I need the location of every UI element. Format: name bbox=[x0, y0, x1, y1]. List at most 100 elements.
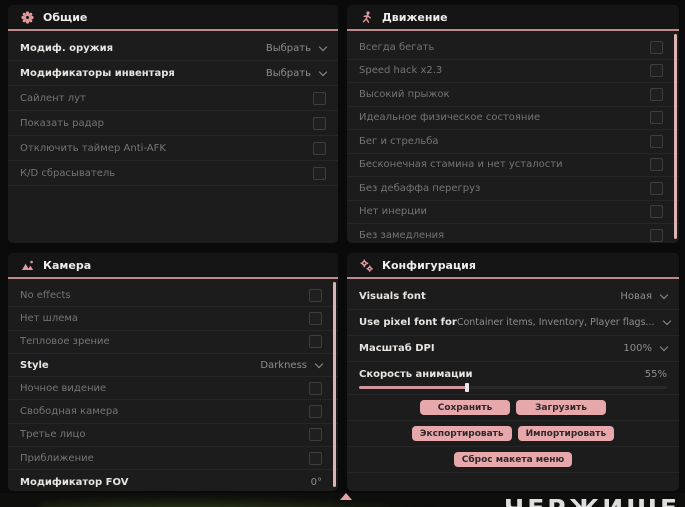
setting-row: Сайлент лут bbox=[8, 86, 338, 111]
panel-title: Конфигурация bbox=[382, 258, 476, 272]
setting-label: Третье лицо bbox=[20, 429, 86, 441]
setting-label: Сайлент лут bbox=[20, 92, 86, 104]
checkbox[interactable] bbox=[313, 116, 326, 130]
setting-label: Без дебаффа перегруз bbox=[359, 182, 481, 194]
setting-label: Style bbox=[20, 359, 49, 371]
import-button[interactable]: Импортировать bbox=[517, 426, 615, 441]
setting-row: Без дебаффа перегруз bbox=[347, 177, 679, 201]
checkbox[interactable] bbox=[313, 166, 326, 180]
panel-camera-body: No effects Нет шлема Тепловое зрение Sty… bbox=[8, 279, 338, 491]
dropdown[interactable]: Выбрать bbox=[266, 42, 328, 54]
checkbox[interactable] bbox=[309, 451, 322, 465]
checkbox[interactable] bbox=[309, 381, 322, 395]
chevron-down-icon bbox=[314, 359, 324, 368]
setting-row: No effects bbox=[8, 284, 338, 308]
setting-label: Модификатор FOV bbox=[20, 476, 129, 488]
checkbox[interactable] bbox=[309, 335, 322, 349]
chevron-down-icon bbox=[318, 42, 328, 51]
setting-label: К/D сбрасыватель bbox=[20, 167, 116, 179]
setting-row: Масштаб DPI 100% bbox=[347, 336, 679, 362]
animation-speed-slider[interactable] bbox=[359, 383, 667, 392]
panel-title: Общие bbox=[43, 10, 88, 24]
checkbox[interactable] bbox=[309, 428, 322, 442]
gears-icon bbox=[360, 259, 373, 272]
grass-glow bbox=[40, 496, 460, 507]
reset-menu-layout-button[interactable]: Сброс макета меню bbox=[453, 452, 573, 467]
checkbox[interactable] bbox=[650, 158, 663, 172]
setting-label: Speed hack x2.3 bbox=[359, 65, 443, 77]
checkbox[interactable] bbox=[650, 64, 663, 78]
setting-label: Нет инерции bbox=[359, 206, 428, 218]
panel-movement-header[interactable]: Движение bbox=[347, 5, 679, 31]
slider-thumb[interactable] bbox=[464, 383, 469, 392]
setting-label: Отключить таймер Anti-AFK bbox=[20, 142, 166, 154]
setting-row: Нет инерции bbox=[347, 201, 679, 224]
panel-general-header[interactable]: Общие bbox=[8, 5, 338, 31]
setting-label: Свободная камера bbox=[20, 406, 119, 418]
checkbox[interactable] bbox=[313, 91, 326, 105]
chevron-down-icon bbox=[662, 316, 671, 326]
export-button[interactable]: Экспортировать bbox=[411, 426, 512, 441]
gear-flower-icon bbox=[21, 10, 34, 24]
setting-label: Идеальное физическое состояние bbox=[359, 112, 541, 124]
load-button[interactable]: Загрузить bbox=[516, 400, 606, 415]
checkbox[interactable] bbox=[650, 40, 663, 54]
setting-label: Высокий прыжок bbox=[359, 88, 450, 100]
panel-title: Движение bbox=[382, 10, 448, 24]
checkbox[interactable] bbox=[309, 288, 322, 302]
panel-general: Общие Модиф. оружия Выбрать Модификаторы… bbox=[8, 5, 338, 243]
checkbox[interactable] bbox=[309, 405, 322, 419]
setting-label: No effects bbox=[20, 289, 71, 301]
setting-label: Приближение bbox=[20, 452, 94, 464]
setting-label: Нет шлема bbox=[20, 312, 79, 324]
setting-row: К/D сбрасыватель bbox=[8, 161, 338, 186]
button-row: Сохранить Загрузить bbox=[347, 395, 679, 421]
checkbox[interactable] bbox=[650, 228, 663, 242]
setting-label: Показать радар bbox=[20, 117, 105, 129]
panel-camera-header[interactable]: Камера bbox=[8, 253, 338, 279]
checkbox[interactable] bbox=[650, 181, 663, 195]
dropdown[interactable]: Выбрать bbox=[266, 67, 328, 79]
setting-row: Тепловое зрение bbox=[8, 331, 338, 354]
setting-label: Use pixel font for bbox=[359, 317, 457, 328]
dropdown[interactable]: Новая bbox=[620, 290, 669, 302]
animation-speed-row: Скорость анимации 55% bbox=[347, 362, 679, 395]
panel-movement-body: Всегда бегать Speed hack x2.3 Высокий пр… bbox=[347, 31, 679, 243]
setting-row: Speed hack x2.3 bbox=[347, 60, 679, 83]
setting-label: Скорость анимации bbox=[359, 368, 473, 380]
fov-value: 0° bbox=[310, 476, 322, 488]
setting-row: Свободная камера bbox=[8, 400, 338, 424]
chevron-down-icon bbox=[659, 290, 669, 300]
setting-row: Идеальное физическое состояние bbox=[347, 107, 679, 130]
setting-label: Без замедления bbox=[359, 229, 445, 241]
setting-row: Style Darkness bbox=[8, 354, 338, 378]
checkbox[interactable] bbox=[650, 134, 663, 148]
scrollbar[interactable] bbox=[674, 34, 677, 239]
setting-row: Отключить таймер Anti-AFK bbox=[8, 136, 338, 161]
setting-row: Показать радар bbox=[8, 111, 338, 136]
animation-speed-value: 55% bbox=[644, 368, 667, 380]
checkbox[interactable] bbox=[650, 111, 663, 125]
panel-movement: Движение Всегда бегать Speed hack x2.3 В… bbox=[347, 5, 679, 243]
scrollbar[interactable] bbox=[333, 282, 336, 487]
resize-handle-icon[interactable] bbox=[340, 493, 352, 500]
checkbox[interactable] bbox=[309, 311, 322, 325]
setting-row: Без замедления bbox=[347, 224, 679, 243]
setting-label: Модификаторы инвентаря bbox=[20, 67, 175, 79]
checkbox[interactable] bbox=[650, 205, 663, 219]
chevron-down-icon bbox=[318, 67, 328, 76]
panel-title: Камера bbox=[43, 258, 92, 272]
setting-label: Бег и стрельба bbox=[359, 135, 439, 147]
save-button[interactable]: Сохранить bbox=[420, 400, 510, 415]
checkbox[interactable] bbox=[313, 141, 326, 155]
panel-config-header[interactable]: Конфигурация bbox=[347, 253, 679, 279]
fov-slider-row: Модификатор FOV 0° bbox=[8, 470, 338, 491]
setting-row: Модиф. оружия Выбрать bbox=[8, 36, 338, 61]
checkbox[interactable] bbox=[650, 87, 663, 101]
dropdown[interactable]: 100% bbox=[623, 342, 669, 354]
setting-label: Бесконечная стамина и нет усталости bbox=[359, 159, 563, 171]
dropdown[interactable]: Container items, Inventory, Player flags… bbox=[457, 316, 671, 328]
panel-config: Конфигурация Visuals font Новая Use pixe… bbox=[347, 253, 679, 491]
dropdown[interactable]: Darkness bbox=[260, 359, 324, 371]
setting-row: Приближение bbox=[8, 447, 338, 471]
